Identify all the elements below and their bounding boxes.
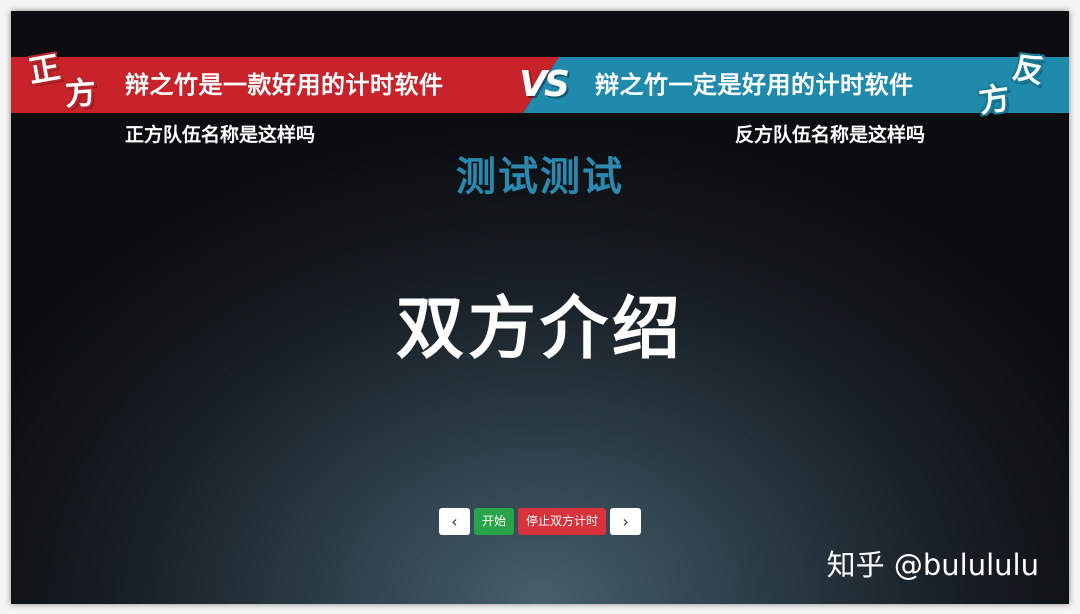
con-badge-char-1: 方 xyxy=(976,80,1013,120)
con-team-name: 反方队伍名称是这样吗 xyxy=(735,124,926,146)
vs-label: VS xyxy=(519,64,570,105)
motion-banner: 辩之竹是一款好用的计时软件 VS 辩之竹一定是好用的计时软件 xyxy=(11,57,1069,113)
con-badge-char-2: 反 xyxy=(1009,49,1048,91)
pro-team-name: 正方队伍名称是这样吗 xyxy=(125,124,316,146)
con-motion: 辩之竹一定是好用的计时软件 xyxy=(595,71,914,99)
timer-stage: 辩之竹是一款好用的计时软件 VS 辩之竹一定是好用的计时软件 正 方 方 反 正… xyxy=(11,11,1069,604)
start-button[interactable]: 开始 xyxy=(473,508,514,535)
pro-motion: 辩之竹是一款好用的计时软件 xyxy=(125,71,444,99)
stage-title: 双方介绍 xyxy=(395,290,684,369)
timer-controls: ‹ 开始 停止双方计时 › xyxy=(11,508,1069,535)
chevron-left-icon: ‹ xyxy=(451,512,458,531)
next-stage-button[interactable]: › xyxy=(610,508,642,535)
watermark: 知乎 @bulululu xyxy=(826,548,1039,582)
debate-subject: 测试测试 xyxy=(456,154,624,200)
pro-badge-char-2: 方 xyxy=(63,74,98,114)
prev-stage-button[interactable]: ‹ xyxy=(438,508,470,535)
stop-both-timers-button[interactable]: 停止双方计时 xyxy=(518,508,607,535)
pro-badge-char-1: 正 xyxy=(26,49,63,91)
chevron-right-icon: › xyxy=(622,512,629,531)
